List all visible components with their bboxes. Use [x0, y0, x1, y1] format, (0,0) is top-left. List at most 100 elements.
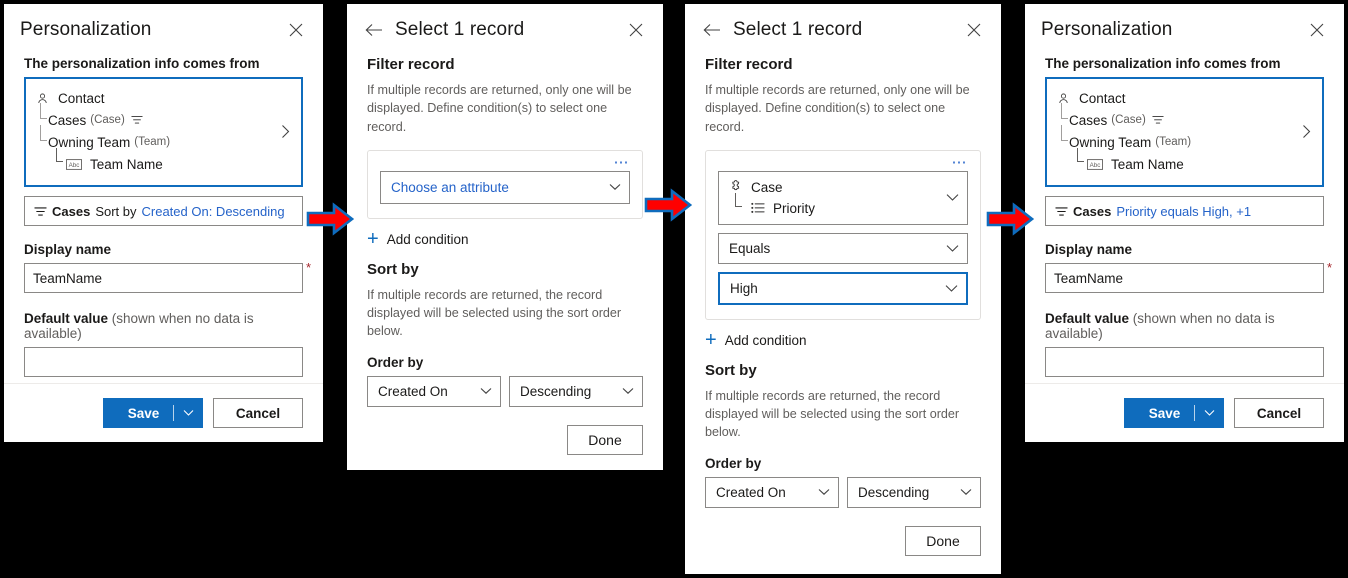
save-button[interactable]: Save [1124, 398, 1224, 428]
close-icon[interactable] [963, 19, 985, 41]
attribute-dropdown-value: Choose an attribute [391, 179, 509, 195]
order-by-label: Order by [705, 455, 762, 471]
chevron-right-icon[interactable] [280, 124, 291, 139]
sort-by-heading: Sort by [705, 361, 757, 379]
filter-pill-link[interactable]: Priority equals High, +1 [1116, 204, 1251, 219]
chevron-right-icon[interactable] [1301, 124, 1312, 139]
panel4-header: Personalization [1025, 4, 1344, 56]
filter-record-heading: Filter record [367, 56, 455, 73]
tree-row-entity: (Case) [90, 114, 125, 126]
order-by-direction-value: Descending [520, 383, 592, 399]
order-by-field-dropdown[interactable]: Created On [705, 476, 839, 508]
save-button-label: Save [127, 405, 160, 421]
tree-elbow [735, 192, 742, 207]
display-name-label: Display name [1045, 242, 1133, 257]
sort-by-heading: Sort by [367, 260, 419, 278]
ellipsis-icon[interactable]: ⋯ [380, 155, 630, 171]
display-name-field-wrap: TeamName * [24, 260, 311, 293]
tree-row[interactable]: Contact [1057, 87, 1295, 109]
filter-pill-text: Sort by [95, 203, 137, 219]
source-tree: Contact Cases (Case) Owning Team (Team) [36, 87, 274, 175]
tree-row[interactable]: Cases (Case) [36, 103, 274, 131]
display-name-input[interactable]: TeamName [1045, 263, 1324, 293]
chevron-down-icon[interactable] [1195, 409, 1223, 417]
tree-elbow [40, 125, 47, 141]
screenshot-stage: Personalization The personalization info… [0, 0, 1348, 578]
tree-row[interactable]: Abc Team Name [1057, 148, 1295, 175]
add-condition-button[interactable]: + Add condition [367, 229, 643, 249]
order-by-label: Order by [367, 354, 424, 370]
tree-row[interactable]: Cases (Case) [1057, 103, 1295, 131]
default-value-input[interactable] [1045, 347, 1324, 377]
tree-elbow [1077, 148, 1084, 162]
done-button[interactable]: Done [567, 424, 643, 455]
abc-icon: Abc [66, 158, 85, 170]
tree-row-label: Contact [58, 90, 105, 106]
add-condition-label: Add condition [724, 332, 807, 348]
source-label: The personalization info comes from [1045, 56, 1281, 71]
source-label: The personalization info comes from [24, 56, 260, 71]
filter-record-description: If multiple records are returned, only o… [367, 83, 632, 134]
ellipsis-icon[interactable]: ⋯ [718, 155, 968, 171]
tree-row[interactable]: Owning Team (Team) [36, 125, 274, 153]
filter-icon [34, 205, 47, 218]
back-arrow-icon[interactable] [363, 19, 385, 41]
cases-filter-pill[interactable]: Cases Sort by Created On: Descending [24, 196, 303, 226]
done-button[interactable]: Done [905, 525, 981, 556]
tree-elbow [1061, 103, 1068, 119]
source-tree-selector[interactable]: Contact Cases (Case) Owning Team (Team) [24, 77, 303, 187]
personalization-panel-initial: Personalization The personalization info… [4, 4, 323, 442]
panel1-body: The personalization info comes from Cont… [4, 56, 323, 377]
condition-value: High [730, 280, 758, 296]
default-value-input[interactable] [24, 347, 303, 377]
filter-pill-link[interactable]: Created On: Descending [142, 204, 285, 219]
source-tree: Contact Cases (Case) Owning Team (Team) [1057, 87, 1295, 175]
condition-value-dropdown[interactable]: High [718, 271, 968, 305]
chevron-down-icon [946, 193, 959, 202]
attribute-dropdown[interactable]: Choose an attribute [380, 170, 630, 204]
tree-elbow [40, 103, 47, 119]
personalization-panel-final: Personalization The personalization info… [1025, 4, 1344, 442]
display-name-input[interactable]: TeamName [24, 263, 303, 293]
tree-elbow [1061, 125, 1068, 141]
attribute-entity-label: Case [751, 179, 783, 195]
flow-arrow-2 [644, 188, 692, 222]
order-by-direction-dropdown[interactable]: Descending [509, 375, 643, 407]
panel1-button-row: Save Cancel [4, 384, 323, 442]
tree-row[interactable]: Owning Team (Team) [1057, 125, 1295, 153]
panel2-body: Filter record If multiple records are re… [347, 56, 663, 455]
svg-text:Abc: Abc [69, 161, 80, 168]
attribute-tree: Case Priority [729, 177, 946, 219]
tree-row-label: Team Name [1111, 156, 1184, 172]
order-by-direction-dropdown[interactable]: Descending [847, 476, 981, 508]
source-tree-selector[interactable]: Contact Cases (Case) Owning Team (Team) [1045, 77, 1324, 187]
select-record-panel-empty: Select 1 record Filter record If multipl… [347, 4, 663, 470]
back-arrow-icon[interactable] [701, 19, 723, 41]
operator-dropdown[interactable]: Equals [718, 232, 968, 264]
panel2-header: Select 1 record [347, 4, 663, 56]
order-by-row: Created On Descending [705, 476, 981, 508]
tree-row-entity: (Case) [1111, 114, 1146, 126]
chevron-down-icon [622, 387, 634, 395]
sort-by-description: If multiple records are returned, the re… [367, 287, 622, 339]
cancel-button[interactable]: Cancel [1234, 398, 1324, 428]
order-by-field-dropdown[interactable]: Created On [367, 375, 501, 407]
close-icon[interactable] [285, 19, 307, 41]
default-value-label: Default value (shown when no data is ava… [1045, 311, 1324, 341]
chevron-down-icon [946, 244, 959, 253]
panel3-button-row: Done [705, 525, 981, 556]
close-icon[interactable] [1306, 19, 1328, 41]
tree-row-label: Cases [48, 112, 87, 128]
cases-filter-pill[interactable]: Cases Priority equals High, +1 [1045, 196, 1324, 226]
save-button[interactable]: Save [103, 398, 203, 428]
tree-row[interactable]: Contact [36, 87, 274, 109]
cancel-button[interactable]: Cancel [213, 398, 303, 428]
filter-pill-entity: Cases [52, 203, 91, 219]
chevron-down-icon[interactable] [174, 409, 202, 417]
attribute-dropdown[interactable]: Case Priority [718, 170, 968, 225]
close-icon[interactable] [625, 19, 647, 41]
tree-row-label: Cases [1069, 112, 1108, 128]
operator-value: Equals [729, 240, 771, 256]
add-condition-button[interactable]: + Add condition [705, 330, 981, 350]
tree-row[interactable]: Abc Team Name [36, 148, 274, 175]
